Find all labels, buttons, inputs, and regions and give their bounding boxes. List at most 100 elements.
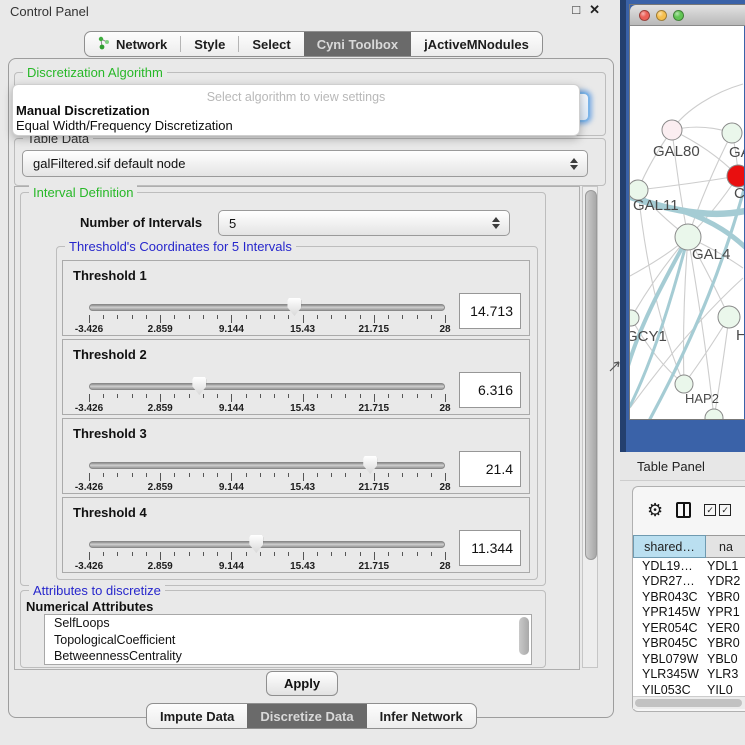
window-zoom-button[interactable] <box>673 10 684 21</box>
network-node[interactable] <box>630 310 639 326</box>
cell-name[interactable]: YBR0 <box>707 590 745 604</box>
slider-tick <box>388 394 389 398</box>
column-header-shared-name[interactable]: shared… <box>633 535 706 558</box>
number-of-intervals-combo[interactable]: 5 <box>218 210 510 236</box>
table-row[interactable]: YBR045CYBR0 <box>633 636 745 652</box>
checkbox-icon[interactable]: ✓ <box>704 504 716 516</box>
attribute-list-item[interactable]: SelfLoops <box>45 615 531 632</box>
cell-shared-name[interactable]: YBR043C <box>633 590 707 604</box>
table-row[interactable]: YDL19…YDL1 <box>633 558 745 574</box>
slider-tick <box>89 552 90 560</box>
column-header-name[interactable]: na <box>706 535 745 558</box>
slider-tick <box>360 315 361 319</box>
network-node[interactable] <box>662 120 682 140</box>
tab-network[interactable]: Network <box>85 32 180 56</box>
slider-tick <box>146 315 147 319</box>
network-graph: GAL80GACGAL11GAL4GCY1HHAP2 <box>630 26 744 419</box>
slider-tick <box>331 315 332 319</box>
threshold-slider-thumb[interactable] <box>192 377 206 395</box>
threshold-value-field[interactable]: 11.344 <box>459 530 521 566</box>
network-node[interactable] <box>718 306 740 328</box>
slider-tick <box>231 315 232 323</box>
tab-select[interactable]: Select <box>239 32 303 56</box>
tab-style[interactable]: Style <box>181 32 238 56</box>
cell-shared-name[interactable]: YPR145W <box>633 605 707 619</box>
threshold-value-field[interactable]: 6.316 <box>459 372 521 408</box>
cell-name[interactable]: YDR2 <box>707 574 745 588</box>
popup-item-equal-width-frequency[interactable]: Equal Width/Frequency Discretization <box>16 118 233 133</box>
attribute-list-item[interactable]: BetweennessCentrality <box>45 648 531 665</box>
slider-tick <box>203 552 204 556</box>
close-panel-icon[interactable]: ✕ <box>589 2 600 18</box>
threshold-slider-track[interactable] <box>89 541 445 548</box>
table-row[interactable]: YBL079WYBL0 <box>633 651 745 667</box>
column-visibility-icon[interactable] <box>676 502 691 518</box>
cell-shared-name[interactable]: YLR345W <box>633 667 707 681</box>
apply-button[interactable]: Apply <box>266 671 338 696</box>
slider-tick <box>160 315 161 323</box>
tab-impute-data[interactable]: Impute Data <box>147 704 247 728</box>
table-row[interactable]: YER054CYER0 <box>633 620 745 636</box>
network-node-label: GAL11 <box>633 197 679 214</box>
settings-vscrollbar-thumb[interactable] <box>585 190 597 560</box>
threshold-slider-thumb[interactable] <box>287 298 301 316</box>
table-hscrollbar-thumb[interactable] <box>635 699 742 707</box>
cell-shared-name[interactable]: YIL053C <box>633 683 707 696</box>
threshold-value-field[interactable]: 14.713 <box>459 293 521 329</box>
network-window-titlebar[interactable] <box>630 5 745 26</box>
slider-tick-label: -3.426 <box>59 482 119 493</box>
threshold-value-field[interactable]: 21.4 <box>459 451 521 487</box>
threshold-slider-track[interactable] <box>89 383 445 390</box>
table-row[interactable]: YPR145WYPR1 <box>633 605 745 621</box>
cell-name[interactable]: YBR0 <box>707 636 745 650</box>
network-node[interactable] <box>705 409 723 419</box>
table-settings-gear-icon[interactable]: ⚙ <box>647 501 663 519</box>
slider-tick <box>303 394 304 402</box>
network-node[interactable] <box>722 123 742 143</box>
cell-name[interactable]: YBL0 <box>707 652 745 666</box>
window-close-button[interactable] <box>639 10 650 21</box>
float-window-icon[interactable]: □ <box>572 2 580 18</box>
table-row[interactable]: YLR345WYLR3 <box>633 667 745 683</box>
cell-shared-name[interactable]: YER054C <box>633 621 707 635</box>
slider-tick <box>303 473 304 481</box>
cell-name[interactable]: YLR3 <box>707 667 745 681</box>
window-minimize-button[interactable] <box>656 10 667 21</box>
tab-cyni-toolbox[interactable]: Cyni Toolbox <box>304 32 411 56</box>
slider-tick-label: 15.43 <box>273 403 333 414</box>
cell-name[interactable]: YPR1 <box>707 605 745 619</box>
popup-item-manual-discretization[interactable]: Manual Discretization <box>16 103 150 118</box>
network-node[interactable] <box>727 165 744 187</box>
attributes-list-scrollbar-thumb[interactable] <box>519 617 529 655</box>
settings-vscrollbar-track[interactable] <box>582 186 598 668</box>
cell-shared-name[interactable]: YDL19… <box>633 559 707 573</box>
cell-name[interactable]: YIL0 <box>707 683 745 696</box>
numerical-attributes-list[interactable]: SelfLoopsTopologicalCoefficientBetweenne… <box>44 614 532 665</box>
cell-name[interactable]: YDL1 <box>707 559 745 573</box>
table-row[interactable]: YIL053CYIL0 <box>633 682 745 696</box>
network-canvas[interactable]: GAL80GACGAL11GAL4GCY1HHAP2 <box>630 26 744 419</box>
slider-tick <box>132 552 133 556</box>
cell-shared-name[interactable]: YBR045C <box>633 636 707 650</box>
table-data-combo[interactable]: galFiltered.sif default node <box>22 150 588 177</box>
control-panel-title: Control Panel <box>10 4 89 19</box>
cell-name[interactable]: YER0 <box>707 621 745 635</box>
threshold-slider-track[interactable] <box>89 304 445 311</box>
cell-shared-name[interactable]: YBL079W <box>633 652 707 666</box>
tab-infer-network[interactable]: Infer Network <box>367 704 476 728</box>
table-row[interactable]: YBR043CYBR0 <box>633 589 745 605</box>
table-row[interactable]: YDR27…YDR2 <box>633 574 745 590</box>
tab-discretize-data[interactable]: Discretize Data <box>247 704 366 728</box>
attribute-list-item[interactable]: TopologicalCoefficient <box>45 632 531 649</box>
threshold-slider-thumb[interactable] <box>363 456 377 474</box>
slider-tick-label: 21.715 <box>344 561 404 572</box>
tab-jactivemnodules[interactable]: jActiveMNodules <box>411 32 542 56</box>
slider-tick <box>174 315 175 319</box>
checkbox-icon[interactable]: ✓ <box>719 504 731 516</box>
network-edge <box>638 176 738 190</box>
cell-shared-name[interactable]: YDR27… <box>633 574 707 588</box>
threshold-slider-thumb[interactable] <box>249 535 263 553</box>
threshold-slider-track[interactable] <box>89 462 445 469</box>
slider-tick <box>160 394 161 402</box>
table-hscrollbar-track[interactable] <box>633 696 745 709</box>
